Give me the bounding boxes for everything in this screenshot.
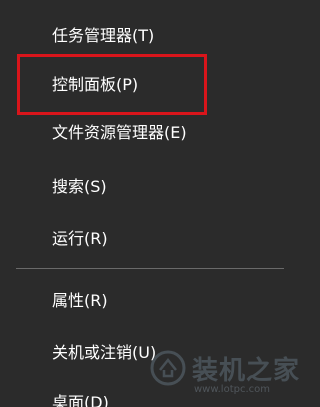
menu-item-properties[interactable]: 属性(R): [52, 290, 108, 312]
menu-item-run[interactable]: 运行(R): [52, 228, 108, 250]
watermark: 装机之家 www.lotpc.com: [120, 340, 300, 407]
highlight-box: [17, 54, 207, 115]
watermark-logo-icon: [150, 350, 186, 386]
menu-item-task-manager[interactable]: 任务管理器(T): [52, 25, 154, 47]
menu-item-file-explorer[interactable]: 文件资源管理器(E): [52, 122, 187, 144]
watermark-url: www.lotpc.com: [194, 384, 270, 395]
menu-item-search[interactable]: 搜索(S): [52, 176, 107, 198]
context-menu: 任务管理器(T) 控制面板(P) 文件资源管理器(E) 搜索(S) 运行(R) …: [0, 0, 300, 407]
menu-divider: [16, 268, 284, 269]
watermark-text: 装机之家: [192, 356, 301, 386]
menu-item-desktop[interactable]: 桌面(D): [52, 392, 109, 407]
